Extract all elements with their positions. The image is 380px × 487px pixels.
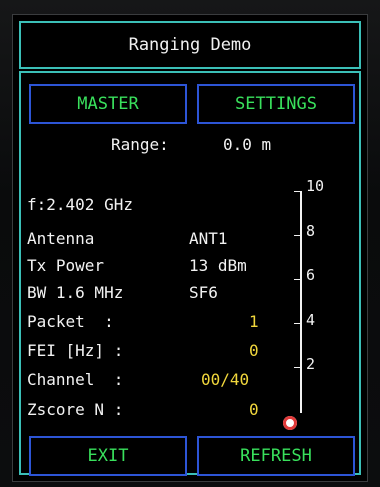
range-scale-bar — [300, 191, 302, 413]
channel-label: Channel : — [27, 370, 124, 389]
range-label: Range: — [111, 135, 169, 154]
tx-power-label: Tx Power — [27, 256, 105, 275]
antenna-value: ANT1 — [189, 229, 228, 248]
frequency-text: f:2.402 GHz — [27, 195, 133, 214]
title-bar: Ranging Demo — [19, 21, 361, 69]
scale-label-8: 8 — [306, 222, 316, 240]
scale-tick — [294, 279, 302, 280]
range-value: 0.0 m — [223, 135, 272, 154]
exit-button[interactable]: EXIT — [29, 436, 187, 476]
antenna-label: Antenna — [27, 229, 95, 248]
packet-label: Packet : — [27, 312, 114, 331]
scale-label-6: 6 — [306, 266, 316, 284]
spreading-factor-value: SF6 — [189, 283, 218, 302]
page-title: Ranging Demo — [128, 35, 252, 55]
zscore-value: 0 — [249, 400, 259, 419]
master-button[interactable]: MASTER — [29, 84, 187, 124]
packet-value: 1 — [249, 312, 259, 331]
scale-tick — [294, 191, 302, 192]
scale-tick — [294, 235, 302, 236]
scale-label-10: 10 — [306, 177, 325, 195]
channel-value: 00/40 — [201, 370, 250, 389]
fei-value: 0 — [249, 341, 259, 360]
scale-tick — [294, 367, 302, 368]
scale-tick — [294, 323, 302, 324]
settings-button[interactable]: SETTINGS — [197, 84, 355, 124]
bandwidth-label: BW 1.6 MHz — [27, 283, 124, 302]
range-marker-icon — [283, 416, 297, 430]
scale-label-2: 2 — [306, 355, 316, 373]
tx-power-value: 13 dBm — [189, 256, 247, 275]
scale-label-4: 4 — [306, 311, 316, 329]
fei-label: FEI [Hz] : — [27, 341, 124, 360]
zscore-label: Zscore N : — [27, 400, 124, 419]
lcd-screen: Ranging Demo MASTER SETTINGS Range: 0.0 … — [12, 14, 368, 482]
refresh-button[interactable]: REFRESH — [197, 436, 355, 476]
